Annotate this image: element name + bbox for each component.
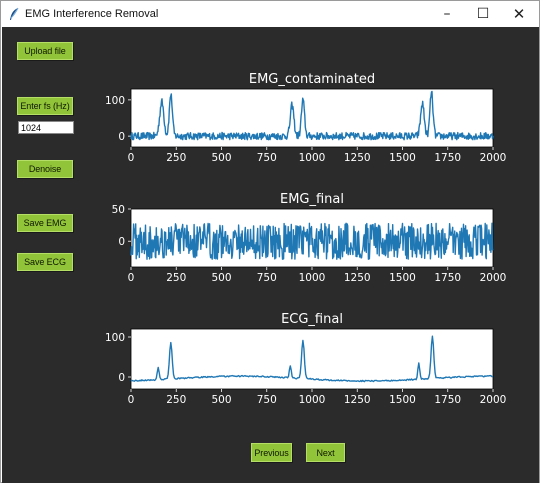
previous-button[interactable]: Previous [251, 443, 292, 462]
x-tick-label: 1000 [299, 394, 326, 406]
minimize-button[interactable]: – [429, 1, 465, 27]
y-tick-label: 0 [118, 372, 125, 384]
plots-canvas: EMG_contaminated0 250 500 750 1000 1250 1500 17… [105, 72, 507, 406]
maximize-button[interactable]: ☐ [465, 1, 501, 27]
x-tick-label: 250 [166, 272, 186, 284]
save-emg-button[interactable]: Save EMG [17, 214, 73, 232]
main-panel: EMG_contaminated 0 250 500 750 1000 1250 1500 17… [2, 27, 539, 483]
plot-area [130, 328, 494, 390]
y-tick-label: 100 [105, 332, 125, 344]
x-tick-label: 1750 [434, 394, 461, 406]
x-tick-label: 0 [128, 272, 135, 284]
chart-title: ECG_final [281, 312, 343, 327]
x-tick-label: 750 [257, 272, 277, 284]
x-tick-label: 250 [166, 152, 186, 164]
x-tick-label: 1500 [389, 152, 416, 164]
x-tick-label: 500 [211, 272, 231, 284]
x-tick-label: 1000 [299, 152, 326, 164]
feather-icon [10, 7, 19, 20]
denoise-button[interactable]: Denoise [17, 160, 73, 178]
y-tick-label: 50 [112, 204, 125, 216]
chart-title: EMG_final [280, 192, 344, 207]
title-bar[interactable]: EMG Interference Removal – ☐ ✕ [1, 1, 539, 27]
chart-title: EMG_contaminated [249, 72, 375, 87]
window-title: EMG Interference Removal [25, 8, 159, 20]
app-window: EMG Interference Removal – ☐ ✕ EMG_conta… [0, 0, 540, 483]
x-tick-label: 1000 [299, 272, 326, 284]
enter-fs-button[interactable]: Enter fs (Hz) [17, 97, 73, 115]
x-tick-label: 1750 [434, 272, 461, 284]
x-tick-label: 2000 [480, 272, 507, 284]
x-tick-label: 2000 [480, 152, 507, 164]
save-ecg-button[interactable]: Save ECG [17, 253, 73, 271]
x-tick-label: 1750 [434, 152, 461, 164]
x-tick-label: 1500 [389, 394, 416, 406]
x-tick-label: 1250 [344, 394, 371, 406]
x-tick-label: 1250 [344, 152, 371, 164]
y-tick-label: 0 [118, 131, 125, 143]
x-tick-label: 0 [128, 152, 135, 164]
y-tick-label: 0 [118, 236, 125, 248]
y-tick-label: 100 [105, 95, 125, 107]
x-tick-label: 500 [211, 152, 231, 164]
x-tick-label: 500 [211, 394, 231, 406]
x-tick-label: 750 [257, 394, 277, 406]
close-button[interactable]: ✕ [501, 1, 537, 27]
x-tick-label: 750 [257, 152, 277, 164]
fs-input[interactable] [18, 121, 74, 134]
x-tick-label: 2000 [480, 394, 507, 406]
x-tick-label: 0 [128, 394, 135, 406]
next-button[interactable]: Next [306, 443, 345, 462]
x-tick-label: 1250 [344, 272, 371, 284]
x-tick-label: 250 [166, 394, 186, 406]
upload-file-button[interactable]: Upload file [17, 42, 73, 60]
x-tick-label: 1500 [389, 272, 416, 284]
